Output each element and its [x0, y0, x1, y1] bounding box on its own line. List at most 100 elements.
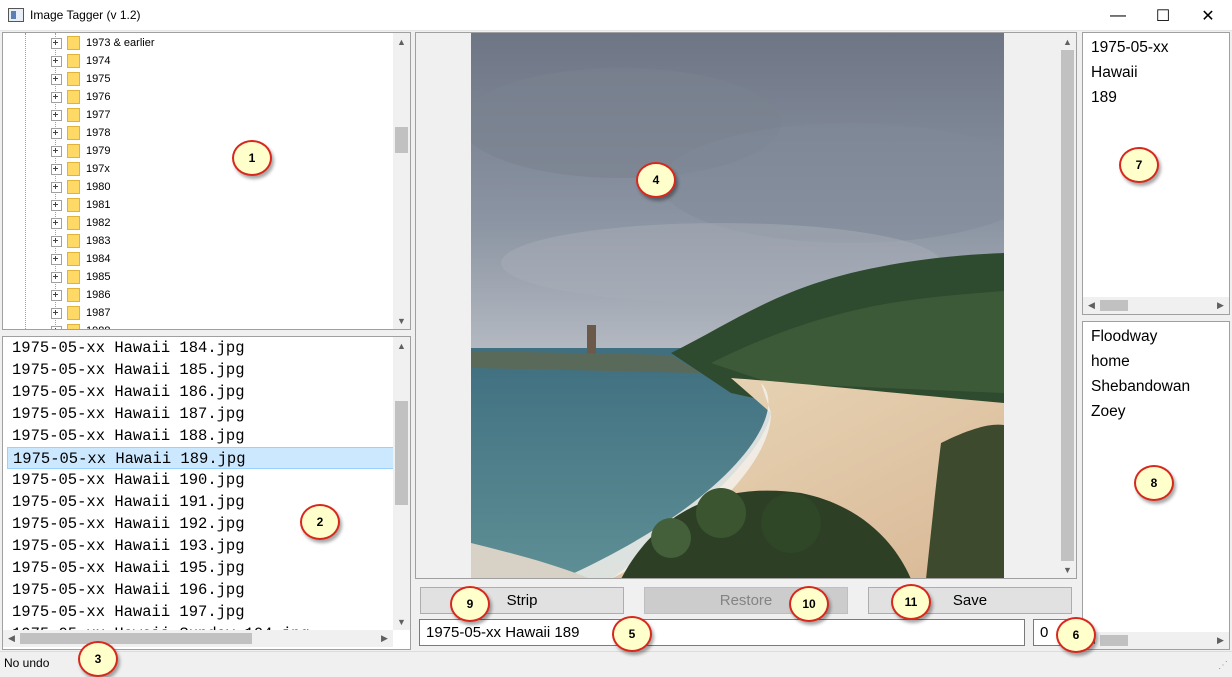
expand-icon[interactable]: [51, 289, 62, 301]
folder-icon: [67, 270, 80, 284]
tag-item[interactable]: home: [1091, 349, 1130, 374]
expand-icon[interactable]: [51, 37, 62, 49]
scroll-thumb[interactable]: [395, 401, 408, 505]
tree-item[interactable]: 1979: [51, 142, 110, 160]
expand-icon[interactable]: [51, 91, 62, 103]
scroll-right-icon[interactable]: ▶: [1212, 297, 1229, 314]
close-button[interactable]: ✕: [1185, 0, 1231, 31]
scroll-left-icon[interactable]: ◀: [3, 630, 20, 647]
scroll-down-icon[interactable]: ▼: [393, 312, 410, 329]
expand-icon[interactable]: [51, 109, 62, 121]
file-item[interactable]: 1975-05-xx Hawaii 191.jpg: [7, 491, 395, 513]
file-item[interactable]: 1975-05-xx Hawaii 184.jpg: [7, 337, 395, 359]
file-list[interactable]: 1975-05-xx Hawaii Sunday 104.jpg1975-05-…: [2, 336, 411, 650]
beach-photo: [471, 33, 1004, 578]
scroll-up-icon[interactable]: ▲: [393, 337, 410, 354]
expand-icon[interactable]: [51, 235, 62, 247]
tree-item[interactable]: 1977: [51, 106, 110, 124]
file-item-selected[interactable]: 1975-05-xx Hawaii 189.jpg: [7, 447, 395, 469]
folder-icon: [67, 234, 80, 248]
callout-marker: 11: [891, 584, 931, 620]
tree-item-label: 1979: [86, 145, 111, 157]
tag-item[interactable]: Hawaii: [1091, 60, 1138, 85]
expand-icon[interactable]: [51, 55, 62, 67]
tree-item[interactable]: 1987: [51, 304, 110, 322]
tag-item[interactable]: 189: [1091, 85, 1117, 110]
tree-item[interactable]: 197x: [51, 160, 110, 178]
expand-icon[interactable]: [51, 199, 62, 211]
expand-icon[interactable]: [51, 127, 62, 139]
minimize-button[interactable]: —: [1095, 0, 1141, 31]
expand-icon[interactable]: [51, 217, 62, 229]
callout-marker: 6: [1056, 617, 1096, 653]
file-item[interactable]: 1975-05-xx Hawaii 196.jpg: [7, 579, 395, 601]
expand-icon[interactable]: [51, 163, 62, 175]
tree-item[interactable]: 1980: [51, 178, 110, 196]
scroll-down-icon[interactable]: ▼: [1059, 561, 1076, 578]
folder-icon: [67, 324, 80, 329]
scroll-thumb[interactable]: [1100, 300, 1128, 311]
tag-item[interactable]: Zoey: [1091, 399, 1125, 424]
scroll-thumb[interactable]: [1100, 635, 1128, 646]
tree-item-label: 1983: [86, 235, 111, 247]
expand-icon[interactable]: [51, 307, 62, 319]
expand-icon[interactable]: [51, 253, 62, 265]
folder-icon: [67, 288, 80, 302]
tag-item[interactable]: 1975-05-xx: [1091, 35, 1169, 60]
tree-item[interactable]: 1974: [51, 52, 110, 70]
scroll-right-icon[interactable]: ▶: [1212, 632, 1229, 649]
scroll-up-icon[interactable]: ▲: [393, 33, 410, 50]
file-item[interactable]: 1975-05-xx Hawaii 187.jpg: [7, 403, 395, 425]
file-horizontal-scrollbar[interactable]: ◀ ▶: [3, 630, 393, 647]
folder-tree[interactable]: ▲ ▼ 1973 & earlier 1974 1975 1976 1977 1978 19…: [2, 32, 411, 330]
tags-horizontal-scrollbar[interactable]: ◀ ▶: [1083, 632, 1229, 649]
tag-item[interactable]: Floodway: [1091, 324, 1157, 349]
file-item[interactable]: 1975-05-xx Hawaii 193.jpg: [7, 535, 395, 557]
tree-item-label: 1977: [86, 109, 111, 121]
expand-icon[interactable]: [51, 325, 62, 329]
tree-item[interactable]: 1973 & earlier: [51, 34, 155, 52]
tree-item-label: 1980: [86, 181, 111, 193]
resize-grip-icon[interactable]: ⋰: [1218, 660, 1228, 671]
maximize-button[interactable]: ☐: [1140, 0, 1186, 31]
scroll-down-icon[interactable]: ▼: [393, 613, 410, 630]
file-item[interactable]: 1975-05-xx Hawaii 197.jpg: [7, 601, 395, 623]
file-item[interactable]: 1975-05-xx Hawaii 195.jpg: [7, 557, 395, 579]
tree-item[interactable]: 1988: [51, 322, 110, 329]
callout-marker: 3: [78, 641, 118, 677]
file-vertical-scrollbar[interactable]: ▲ ▼: [393, 337, 410, 630]
tree-vertical-scrollbar[interactable]: ▲ ▼: [393, 33, 410, 329]
scroll-left-icon[interactable]: ◀: [1083, 297, 1100, 314]
tree-item[interactable]: 1976: [51, 88, 110, 106]
scroll-up-icon[interactable]: ▲: [1059, 33, 1076, 50]
file-item[interactable]: 1975-05-xx Hawaii 185.jpg: [7, 359, 395, 381]
file-item[interactable]: 1975-05-xx Hawaii 188.jpg: [7, 425, 395, 447]
expand-icon[interactable]: [51, 181, 62, 193]
tags-horizontal-scrollbar[interactable]: ◀ ▶: [1083, 297, 1229, 314]
scroll-thumb[interactable]: [1061, 50, 1074, 561]
file-item[interactable]: 1975-05-xx Hawaii 190.jpg: [7, 469, 395, 491]
scroll-thumb[interactable]: [20, 633, 252, 644]
tree-item[interactable]: 1975: [51, 70, 110, 88]
tag-item[interactable]: Shebandowan: [1091, 374, 1190, 399]
expand-icon[interactable]: [51, 271, 62, 283]
scroll-right-icon[interactable]: ▶: [376, 630, 393, 647]
tree-item[interactable]: 1986: [51, 286, 110, 304]
tree-item[interactable]: 1978: [51, 124, 110, 142]
tree-line: [25, 33, 26, 329]
tree-item[interactable]: 1985: [51, 268, 110, 286]
image-viewer[interactable]: ▲ ▼: [415, 32, 1077, 579]
tree-item[interactable]: 1984: [51, 250, 110, 268]
expand-icon[interactable]: [51, 145, 62, 157]
image-vertical-scrollbar[interactable]: ▲ ▼: [1059, 33, 1076, 578]
file-item[interactable]: 1975-05-xx Hawaii 186.jpg: [7, 381, 395, 403]
status-bar: [0, 651, 1232, 675]
filename-input[interactable]: 1975-05-xx Hawaii 189: [419, 619, 1025, 646]
expand-icon[interactable]: [51, 73, 62, 85]
tree-item-label: 1988: [86, 325, 110, 329]
tree-item-label: 1976: [86, 91, 111, 103]
tree-item[interactable]: 1981: [51, 196, 110, 214]
tree-item[interactable]: 1983: [51, 232, 110, 250]
tree-item[interactable]: 1982: [51, 214, 110, 232]
scroll-thumb[interactable]: [395, 127, 408, 153]
